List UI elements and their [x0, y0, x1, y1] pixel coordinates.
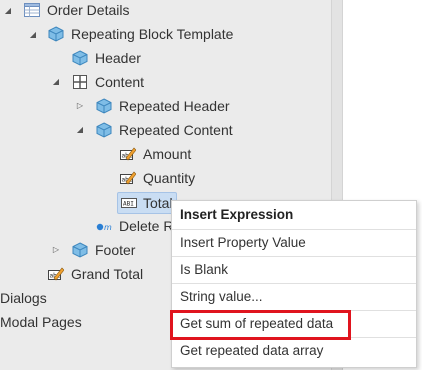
delete-link-icon: m: [96, 223, 112, 232]
menu-item-is-blank[interactable]: Is Blank: [172, 256, 416, 283]
tree-item-modal-pages[interactable]: Modal Pages: [0, 312, 82, 332]
edit-field-icon: abc: [120, 147, 136, 161]
menu-item-string-value[interactable]: String value...: [172, 283, 416, 310]
collapsed-arrow-icon[interactable]: ▷: [51, 245, 61, 255]
tree-item-total[interactable]: Total: [143, 193, 173, 213]
menu-item-get-repeated-data-array[interactable]: Get repeated data array: [172, 337, 416, 364]
context-menu-header: Insert Expression: [180, 207, 294, 222]
menu-item-insert-property-value[interactable]: Insert Property Value: [172, 229, 416, 256]
tree-item-repeated-header[interactable]: Repeated Header: [119, 96, 230, 116]
grid-icon: [73, 75, 87, 89]
svg-text:m: m: [104, 223, 112, 232]
cube-icon: [72, 242, 88, 258]
text-field-icon: ABI: [121, 198, 137, 208]
edit-field-icon: abc: [48, 267, 64, 281]
collapsed-arrow-icon[interactable]: ▷: [75, 101, 85, 111]
tree-item-content[interactable]: Content: [95, 72, 144, 92]
menu-item-get-sum-of-repeated-data[interactable]: Get sum of repeated data: [172, 310, 416, 337]
tree-item-quantity[interactable]: Quantity: [143, 168, 195, 188]
cube-icon: [72, 50, 88, 66]
tree-item-grand-total[interactable]: Grand Total: [71, 264, 143, 284]
expand-arrow-icon[interactable]: ◢: [75, 125, 85, 135]
tree-item-order-details[interactable]: Order Details: [47, 0, 129, 20]
tree-item-dialogs[interactable]: Dialogs: [0, 288, 47, 308]
cube-icon: [48, 26, 64, 42]
edit-field-icon: abc: [120, 171, 136, 185]
cube-icon: [96, 98, 112, 114]
tree-item-header[interactable]: Header: [95, 48, 141, 68]
tree-item-repeated-content[interactable]: Repeated Content: [119, 120, 233, 140]
expand-arrow-icon[interactable]: ◢: [51, 77, 61, 87]
context-menu: Insert Expression Insert Property Value …: [171, 200, 417, 368]
tree-item-amount[interactable]: Amount: [143, 144, 191, 164]
tree-item-delete-r[interactable]: Delete R: [119, 216, 173, 236]
expand-arrow-icon[interactable]: ◢: [28, 30, 38, 40]
cube-icon: [96, 122, 112, 138]
svg-text:ABI: ABI: [123, 201, 134, 208]
tree-item-repeating-block-template[interactable]: Repeating Block Template: [71, 24, 233, 44]
tree-item-footer[interactable]: Footer: [95, 240, 135, 260]
table-icon: [24, 3, 40, 17]
expand-arrow-icon[interactable]: ◢: [3, 6, 13, 16]
